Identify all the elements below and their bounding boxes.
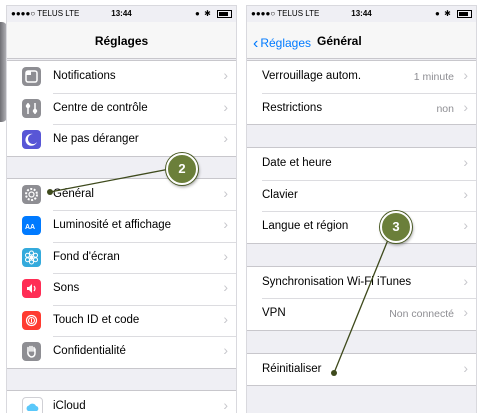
annotation-line-2 xyxy=(49,166,181,193)
annotation-line-3 xyxy=(333,224,395,374)
annotation-dot-3 xyxy=(331,370,337,376)
annotation-badge-2: 2 xyxy=(166,153,198,185)
annotation-dot-2 xyxy=(47,189,53,195)
annotation-badge-3: 3 xyxy=(380,211,412,243)
annotation-overlay xyxy=(47,166,395,376)
